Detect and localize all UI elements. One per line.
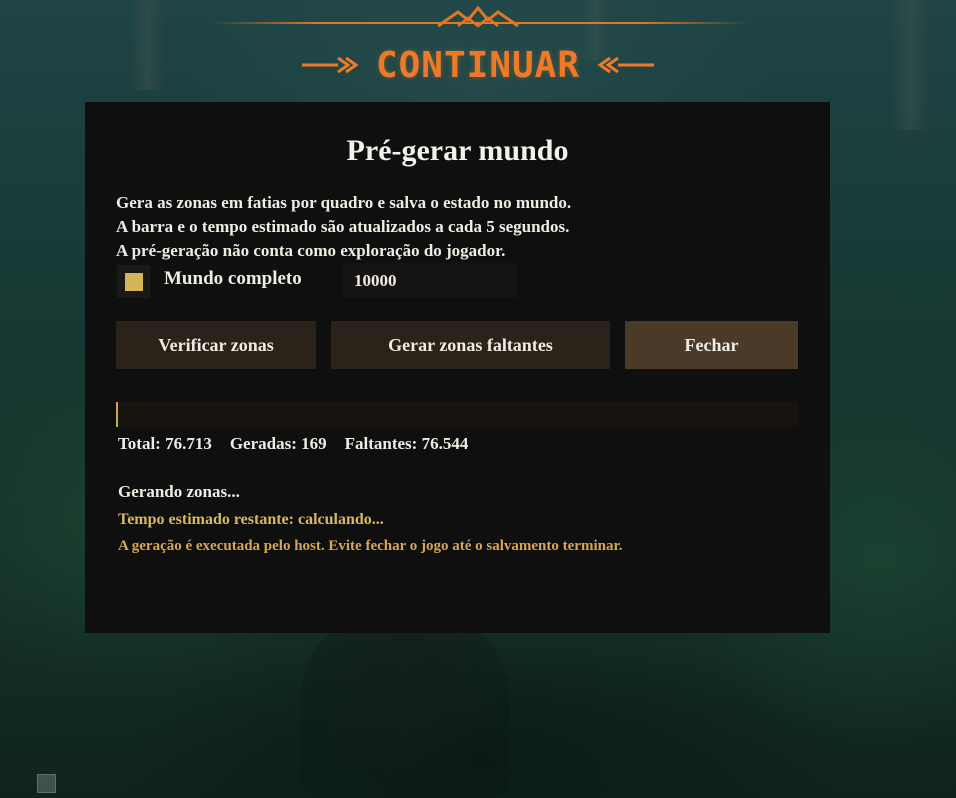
total-zones-stat: Total: 76.713 [118,434,212,453]
zone-stats: Total: 76.713 Geradas: 169 Faltantes: 76… [118,434,468,454]
generation-status-text: Gerando zonas... [118,482,240,501]
left-flourish-icon [301,56,359,74]
missing-zones-stat: Faltantes: 76.544 [344,434,469,453]
right-flourish-icon [597,56,655,74]
player-character-silhouette [300,610,510,798]
close-button[interactable]: Fechar [625,321,798,369]
continue-button[interactable]: CONTINUAR [0,40,956,90]
dialog-title: Pré-gerar mundo [346,134,569,167]
verify-zones-button[interactable]: Verificar zonas [116,321,316,369]
description-line-3: A pré-geração não conta como exploração … [116,241,506,260]
generate-missing-zones-button[interactable]: Gerar zonas faltantes [331,321,610,369]
progress-bar-fill [116,402,118,427]
pregenerate-world-dialog: Pré-gerar mundo Gera as zonas em fatias … [85,102,830,633]
estimated-time-text: Tempo estimado restante: calculando... [118,511,384,528]
hud-corner-square [37,774,56,793]
checkbox-checkmark [124,272,143,291]
world-size-input[interactable] [343,263,517,298]
description-line-1: Gera as zonas em fatias por quadro e sal… [116,193,572,212]
generation-progress-bar [116,402,798,427]
host-warning-text: A geração é executada pelo host. Evite f… [118,538,623,554]
header-knot-ornament [437,5,519,28]
full-world-label: Mundo completo [164,268,302,289]
continue-label: CONTINUAR [375,44,581,86]
description-line-2: A barra e o tempo estimado são atualizad… [116,217,570,236]
generated-zones-stat: Geradas: 169 [229,434,327,453]
full-world-checkbox[interactable] [117,265,150,298]
